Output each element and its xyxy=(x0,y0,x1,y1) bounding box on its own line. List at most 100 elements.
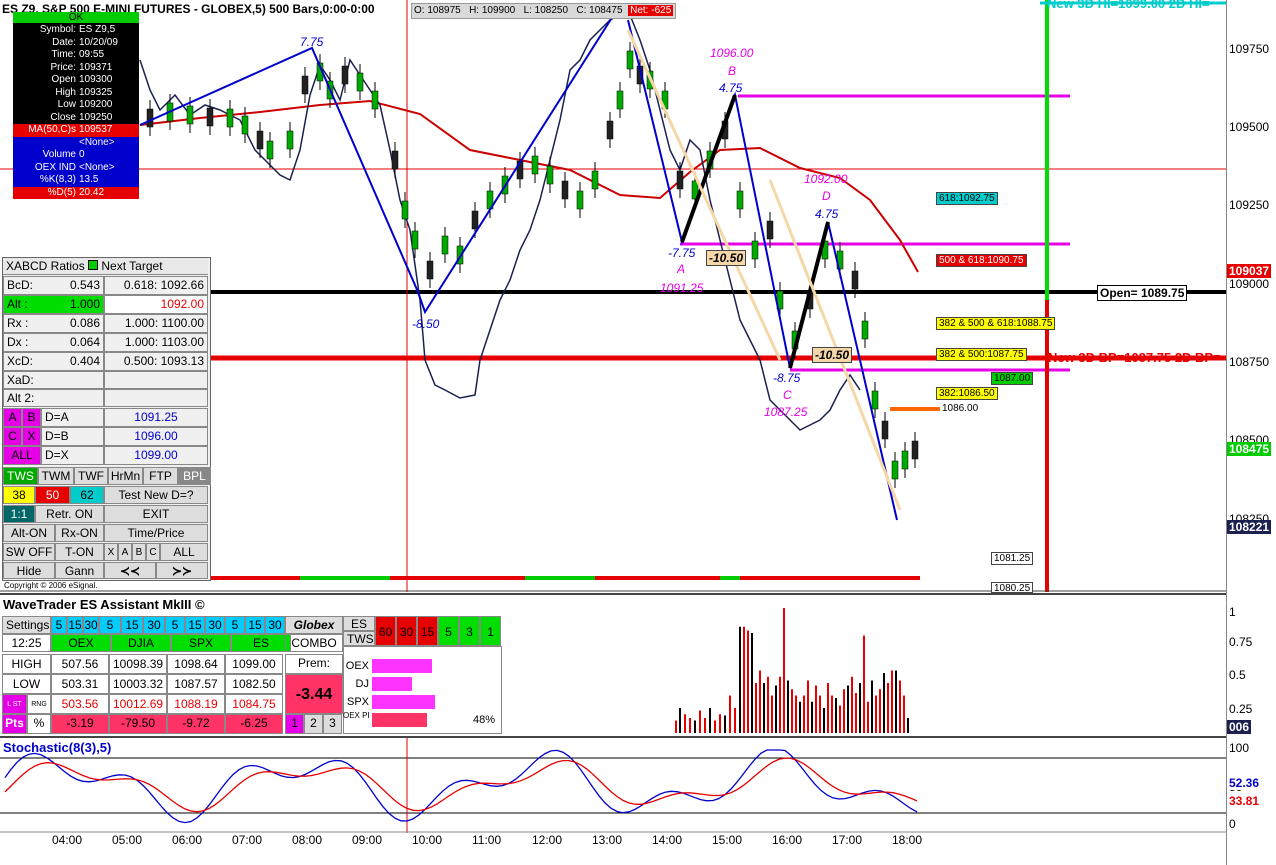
info-kd-value: 20.42 xyxy=(79,186,105,198)
small-btn-b[interactable]: B xyxy=(132,543,146,561)
level-tag-1080: 1080.25 xyxy=(991,582,1034,593)
price-axis-label: 109500 xyxy=(1229,120,1270,134)
tf-button-tws[interactable]: TWS xyxy=(3,467,38,485)
candle-body xyxy=(871,390,879,410)
signal-bar-segment xyxy=(720,576,740,580)
stoch-d-value: 33.81 xyxy=(1227,794,1262,808)
candle-body xyxy=(546,165,554,185)
retr-on-button[interactable]: Retr. ON xyxy=(35,505,104,523)
num-50[interactable]: 50 xyxy=(35,486,70,504)
price-axis-label: 109000 xyxy=(1229,277,1270,291)
wave-label-c: C xyxy=(783,388,792,402)
info-key: Time: xyxy=(51,49,76,60)
gann-button[interactable]: Gann xyxy=(55,562,104,579)
signal-bar-segment xyxy=(207,576,300,580)
num-62[interactable]: 62 xyxy=(70,486,104,504)
sw-off-button[interactable]: SW OFF xyxy=(3,543,55,561)
candle-body xyxy=(561,180,569,200)
alt-on-button[interactable]: Alt-ON xyxy=(3,524,55,542)
hide-button[interactable]: Hide xyxy=(3,562,55,579)
pattern-btn-X[interactable]: X xyxy=(22,427,41,446)
info-value: ES Z9,5 xyxy=(79,24,116,35)
xabcd-a: 1.000 xyxy=(69,297,100,311)
target-value: 1099.00 xyxy=(104,446,208,465)
candle-body xyxy=(531,155,539,175)
tf-button-twm[interactable]: TWM xyxy=(38,467,74,485)
green-square-icon xyxy=(88,260,99,270)
info-key: Open xyxy=(51,74,76,85)
candle-body xyxy=(146,108,154,128)
num-38[interactable]: 38 xyxy=(3,486,35,504)
candle-body xyxy=(391,150,399,170)
test-new-d-button[interactable]: Test New D=? xyxy=(104,486,208,504)
xabcd-header-label: XABCD Ratios xyxy=(6,259,85,273)
info-ma-key: MA(50,C)s xyxy=(28,124,76,135)
channel-line-1 xyxy=(626,29,782,361)
candle-body xyxy=(861,320,869,340)
candle-body xyxy=(371,90,379,110)
info-key: Date: xyxy=(52,36,76,48)
info-row: Price: 109371 xyxy=(13,62,139,75)
last-price-tag-navy: 108221 xyxy=(1227,520,1272,534)
info-row: Date: 10/20/09 xyxy=(13,37,139,50)
small-btn-c[interactable]: C xyxy=(146,543,160,561)
target-tag-382: 382:1086.50 xyxy=(936,387,998,400)
tf-button-twf[interactable]: TWF xyxy=(74,467,108,485)
assistant-divider xyxy=(0,593,1226,595)
info-ma-row: MA(50,C)s 109537 xyxy=(13,124,139,137)
wave-label-top: 7.75 xyxy=(300,35,324,49)
info-key: %K(8,3) xyxy=(39,174,76,185)
target-tag-1087: 1087.00 xyxy=(991,372,1034,385)
candle-body xyxy=(881,420,889,440)
info-row: High 109325 xyxy=(13,87,139,100)
volume-chart xyxy=(675,608,909,733)
info-key: OEX IND xyxy=(34,161,76,173)
info-ok[interactable]: OK xyxy=(13,12,139,23)
candle-body xyxy=(606,120,614,140)
time-price-button[interactable]: Time/Price xyxy=(104,524,208,542)
tf-button-bpl[interactable]: BPL xyxy=(178,467,211,485)
time-axis-label: 08:00 xyxy=(292,833,323,847)
xabcd-row-key: Rx : 0.086 xyxy=(3,314,104,333)
ratio-button[interactable]: 1:1 xyxy=(3,505,35,523)
candle-body xyxy=(411,230,419,250)
t-on-button[interactable]: T-ON xyxy=(55,543,104,561)
signal-bar-segment xyxy=(525,576,595,580)
pattern-btn-A[interactable]: A xyxy=(3,408,22,427)
info-key: Low xyxy=(57,99,76,110)
pattern-btn-B[interactable]: B xyxy=(22,408,41,427)
info-value: 10/20/09 xyxy=(79,36,118,48)
small-btn-a[interactable]: A xyxy=(118,543,132,561)
candle-body xyxy=(591,170,599,190)
ohlc-open: O: 108975 xyxy=(414,5,461,16)
small-btn-x[interactable]: X xyxy=(104,543,118,561)
next-arrow-button[interactable]: ≻≻ xyxy=(156,562,208,579)
prev-arrow-button[interactable]: ≺≺ xyxy=(104,562,156,579)
moving-average-line xyxy=(139,99,919,273)
wave-label-a-value: -7.75 xyxy=(668,246,696,260)
all-button[interactable]: ALL xyxy=(160,543,208,561)
candle-body xyxy=(911,440,919,460)
price-axis-label: 109250 xyxy=(1229,198,1270,212)
exit-button[interactable]: EXIT xyxy=(104,505,208,523)
info-value: <None> xyxy=(79,136,115,148)
target-value: 1091.25 xyxy=(104,408,208,427)
tf-button-ftp[interactable]: FTP xyxy=(143,467,178,485)
xabcd-row-key: BcD: 0.543 xyxy=(3,276,104,295)
xabcd-row-target: 1.000: 1100.00 xyxy=(104,314,208,333)
candle-body xyxy=(736,190,744,210)
info-value: 109325 xyxy=(79,86,113,98)
info-value: 109300 xyxy=(79,74,113,85)
target-tag-1086: 1086.00 xyxy=(942,403,979,414)
wave-label-x: -8.50 xyxy=(412,317,440,331)
xabcd-a: 0.086 xyxy=(69,316,100,330)
candle-body xyxy=(766,220,774,240)
xabcd-key: BcD: xyxy=(7,278,34,292)
rx-on-button[interactable]: Rx-ON xyxy=(55,524,104,542)
pattern-btn-all[interactable]: ALL xyxy=(3,446,41,465)
candle-body xyxy=(341,65,349,85)
tf-button-hrmn[interactable]: HrMn xyxy=(108,467,143,485)
pattern-btn-C[interactable]: C xyxy=(3,427,22,446)
wave-label-b-price: 1096.00 xyxy=(710,46,754,60)
copyright: Copyright © 2006 eSignal. xyxy=(4,581,98,590)
